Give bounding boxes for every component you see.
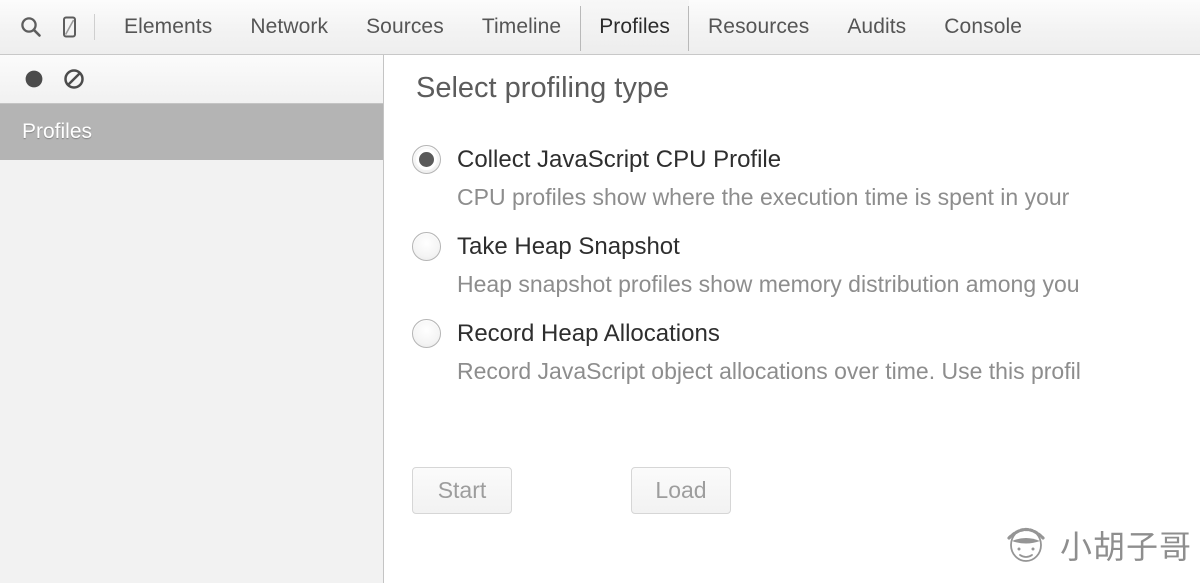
toolbar-icon-group <box>0 0 105 54</box>
left-column: Profiles <box>0 55 384 583</box>
devtools-body: Profiles Select profiling type Collect J… <box>0 55 1200 583</box>
profiles-statusbar <box>0 55 383 104</box>
option-heap-snapshot: Take Heap Snapshot Heap snapshot profile… <box>412 232 1200 298</box>
option-label[interactable]: Record Heap Allocations <box>457 320 720 348</box>
tab-elements[interactable]: Elements <box>105 0 231 54</box>
option-description: CPU profiles show where the execution ti… <box>457 184 1070 210</box>
tab-label: Console <box>944 15 1023 38</box>
tab-label: Audits <box>847 15 907 38</box>
option-heap-allocations: Record Heap Allocations Record JavaScrip… <box>412 319 1200 385</box>
load-button[interactable]: Load <box>631 467 731 514</box>
devtools-window: Elements Network Sources Timeline Profil… <box>0 0 1200 583</box>
tab-sources[interactable]: Sources <box>347 0 463 54</box>
sidebar-item-label: Profiles <box>22 120 93 143</box>
devtools-toolbar: Elements Network Sources Timeline Profil… <box>0 0 1200 55</box>
tab-label: Elements <box>124 15 213 38</box>
watermark-text: 小胡子哥 <box>1059 527 1192 566</box>
radio-dot <box>419 152 434 167</box>
option-label[interactable]: Take Heap Snapshot <box>457 233 680 261</box>
moustache-face-icon <box>1000 518 1052 571</box>
tab-profiles[interactable]: Profiles <box>580 0 690 54</box>
option-cpu-profile: Collect JavaScript CPU Profile CPU profi… <box>412 145 1200 211</box>
sidebar-item-profiles[interactable]: Profiles <box>0 104 383 160</box>
tab-audits[interactable]: Audits <box>828 0 925 54</box>
tab-timeline[interactable]: Timeline <box>463 0 580 54</box>
page-title: Select profiling type <box>416 72 670 104</box>
option-label[interactable]: Collect JavaScript CPU Profile <box>457 146 781 174</box>
search-icon[interactable] <box>12 8 50 46</box>
radio-take-heap-snapshot[interactable] <box>412 232 441 261</box>
record-circle-icon[interactable] <box>14 59 54 99</box>
tab-console[interactable]: Console <box>925 0 1041 54</box>
profiles-sidebar: Profiles <box>0 104 383 583</box>
clear-prohibition-icon[interactable] <box>54 59 94 99</box>
device-toggle-icon[interactable] <box>50 8 88 46</box>
tab-network[interactable]: Network <box>231 0 347 54</box>
start-button[interactable]: Start <box>412 467 512 514</box>
radio-collect-cpu-profile[interactable] <box>412 145 441 174</box>
tab-label: Sources <box>366 15 444 38</box>
option-header: Collect JavaScript CPU Profile <box>412 145 1200 174</box>
action-buttons: Start Load <box>412 467 731 514</box>
radio-record-heap-allocations[interactable] <box>412 319 441 348</box>
toolbar-divider <box>94 14 95 40</box>
option-description: Heap snapshot profiles show memory distr… <box>457 271 1080 297</box>
tab-label: Network <box>250 15 329 38</box>
tab-label: Profiles <box>599 15 671 38</box>
profiles-main-panel: Select profiling type Collect JavaScript… <box>384 55 1200 583</box>
tab-resources[interactable]: Resources <box>689 0 828 54</box>
panel-tabs: Elements Network Sources Timeline Profil… <box>105 0 1041 54</box>
tab-label: Timeline <box>481 15 562 38</box>
tab-label: Resources <box>708 15 810 38</box>
watermark: 小胡子哥 <box>1000 518 1192 571</box>
option-header: Take Heap Snapshot <box>412 232 1200 261</box>
profiling-type-options: Collect JavaScript CPU Profile CPU profi… <box>412 145 1200 406</box>
option-description: Record JavaScript object allocations ove… <box>457 358 1081 384</box>
option-header: Record Heap Allocations <box>412 319 1200 348</box>
